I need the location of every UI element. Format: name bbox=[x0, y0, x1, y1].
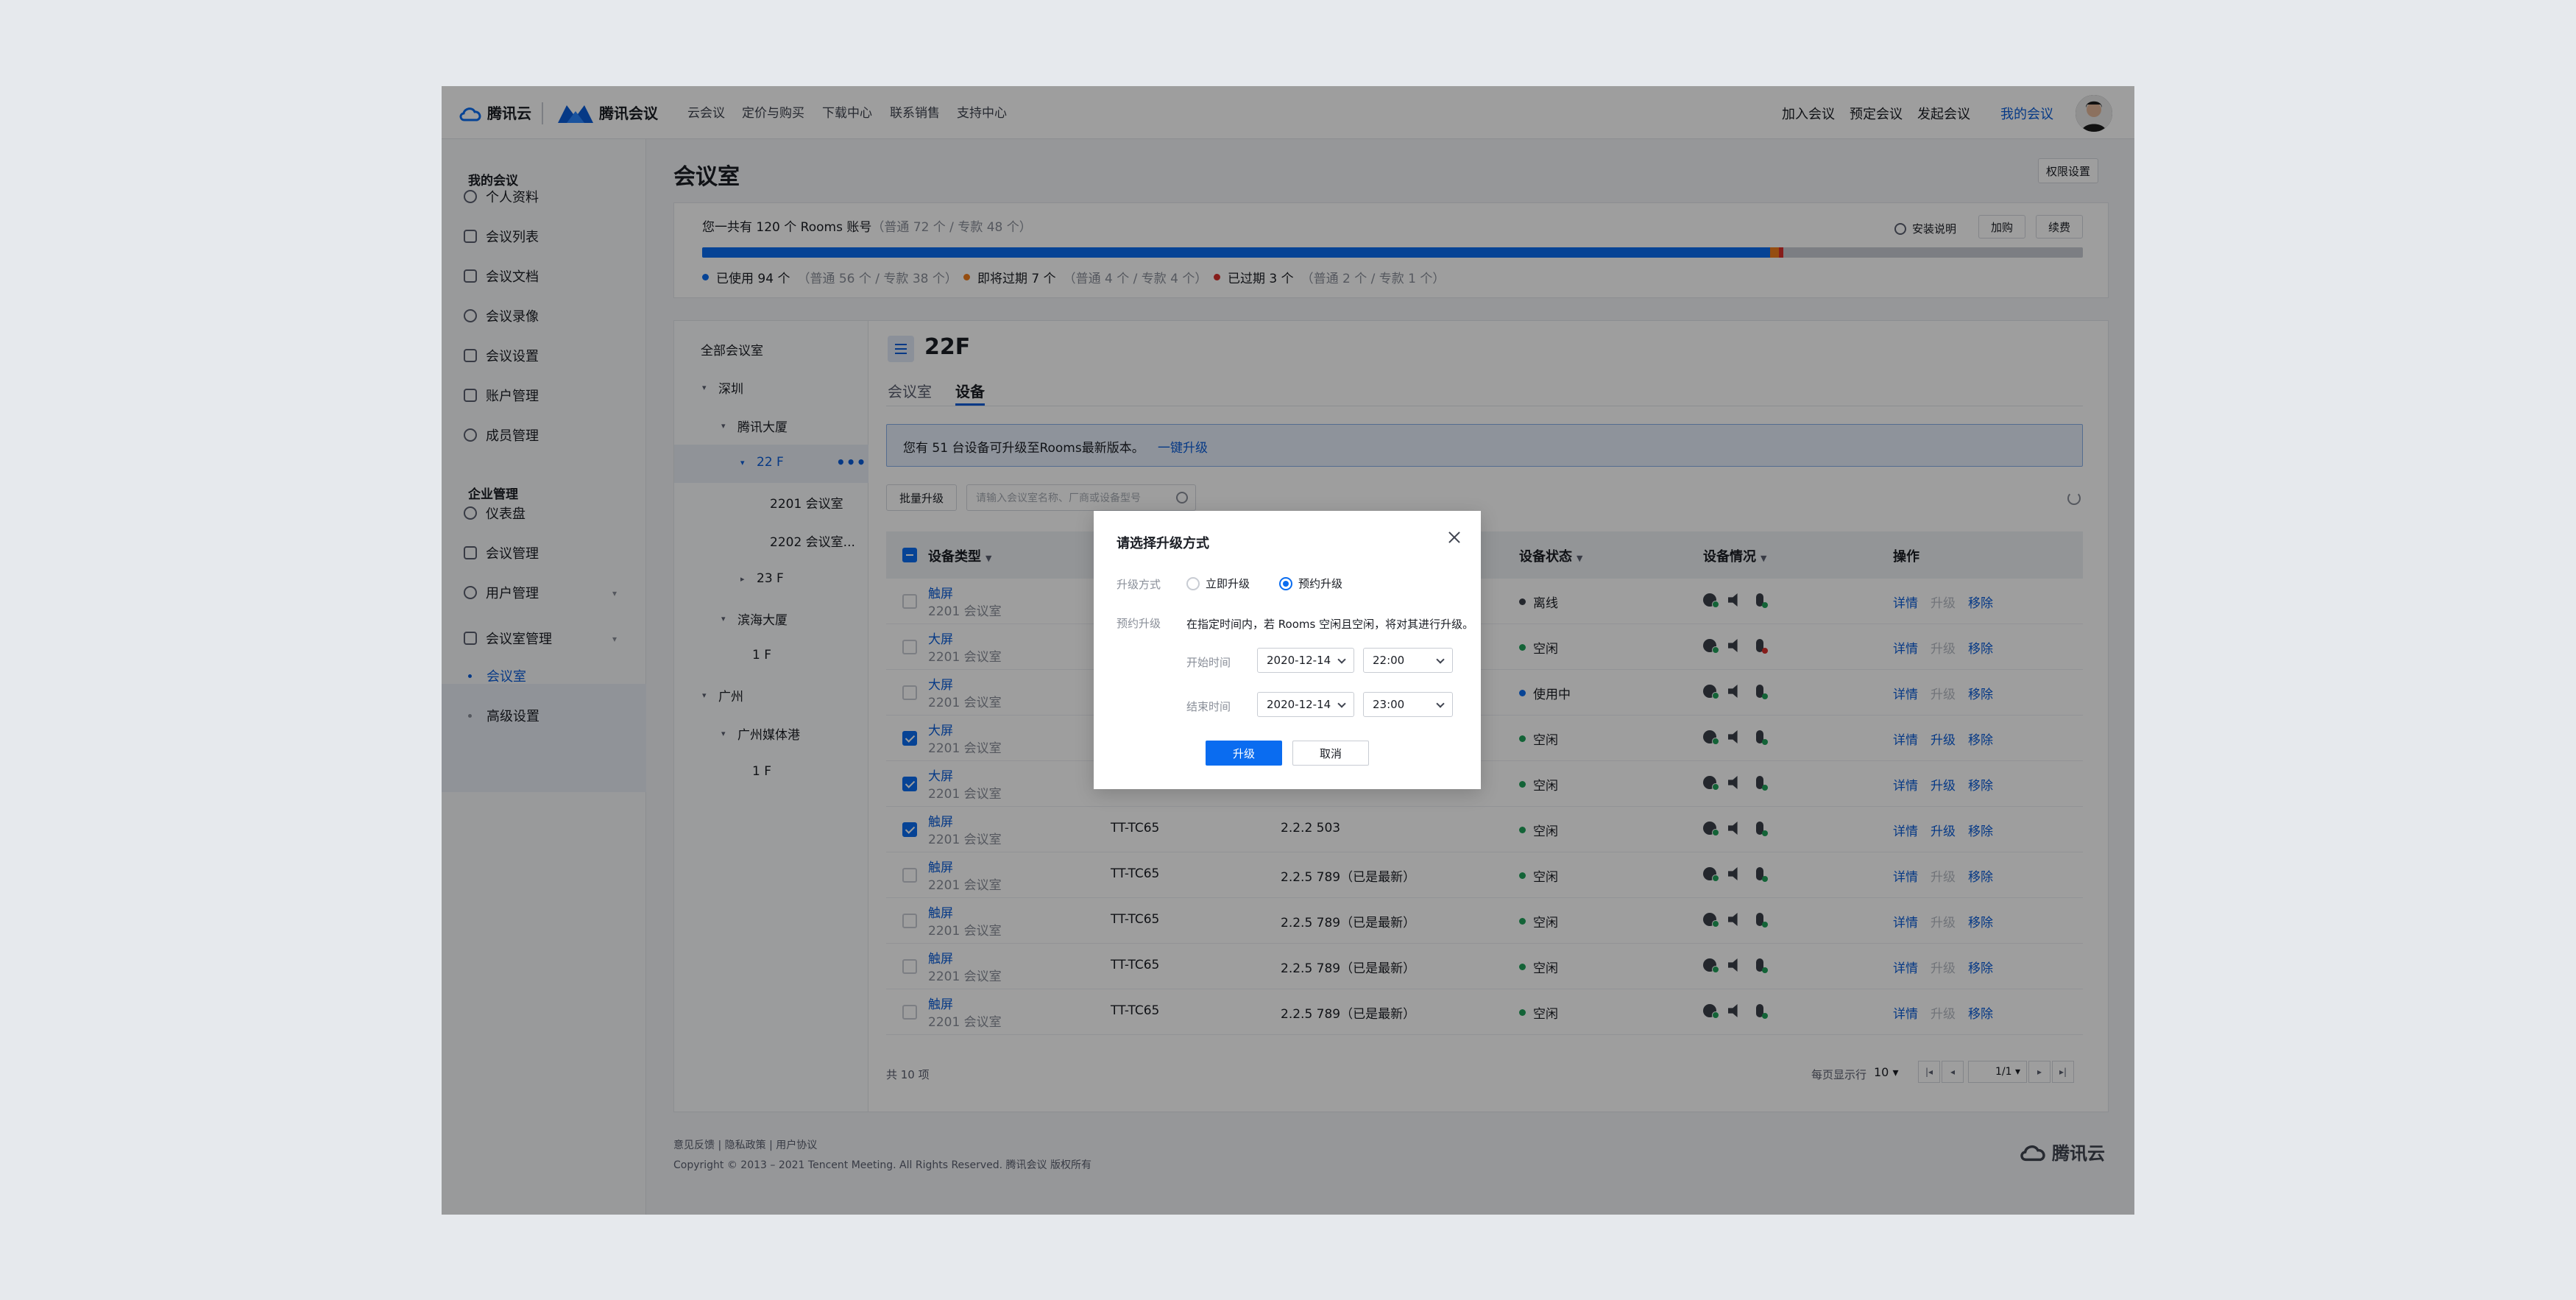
close-icon[interactable] bbox=[1447, 530, 1462, 545]
radio-circle bbox=[1186, 576, 1200, 590]
select-value: 22:00 bbox=[1373, 654, 1405, 667]
upgrade-method-label: 升级方式 bbox=[1117, 578, 1161, 591]
chevron-down-icon bbox=[1436, 655, 1445, 664]
select-value: 2020-12-14 bbox=[1267, 654, 1331, 667]
end-time-label: 结束时间 bbox=[1186, 700, 1231, 713]
dialog-title: 请选择升级方式 bbox=[1117, 536, 1209, 551]
radio-scheduled-upgrade[interactable]: 预约升级 bbox=[1279, 576, 1342, 591]
end-date-select[interactable]: 2020-12-14 bbox=[1257, 692, 1354, 717]
chevron-down-icon bbox=[1436, 699, 1445, 708]
upgrade-method-dialog: 请选择升级方式 升级方式 立即升级 预约升级 预约升级 在指定时间内，若 Roo… bbox=[1094, 511, 1481, 789]
cancel-button[interactable]: 取消 bbox=[1292, 741, 1369, 766]
scheduled-upgrade-label: 预约升级 bbox=[1117, 617, 1161, 630]
radio-upgrade-now[interactable]: 立即升级 bbox=[1186, 576, 1250, 591]
confirm-upgrade-button[interactable]: 升级 bbox=[1206, 741, 1282, 766]
scheduled-description: 在指定时间内，若 Rooms 空闲且空闲，将对其进行升级。 bbox=[1186, 618, 1474, 631]
select-value: 23:00 bbox=[1373, 698, 1405, 711]
chevron-down-icon bbox=[1337, 699, 1346, 708]
start-date-select[interactable]: 2020-12-14 bbox=[1257, 648, 1354, 673]
start-time-label: 开始时间 bbox=[1186, 656, 1231, 669]
radio-label: 立即升级 bbox=[1206, 577, 1250, 590]
end-time-select[interactable]: 23:00 bbox=[1363, 692, 1453, 717]
select-value: 2020-12-14 bbox=[1267, 698, 1331, 711]
start-time-select[interactable]: 22:00 bbox=[1363, 648, 1453, 673]
chevron-down-icon bbox=[1337, 655, 1346, 664]
radio-label: 预约升级 bbox=[1298, 577, 1343, 590]
radio-circle-selected bbox=[1279, 576, 1292, 590]
